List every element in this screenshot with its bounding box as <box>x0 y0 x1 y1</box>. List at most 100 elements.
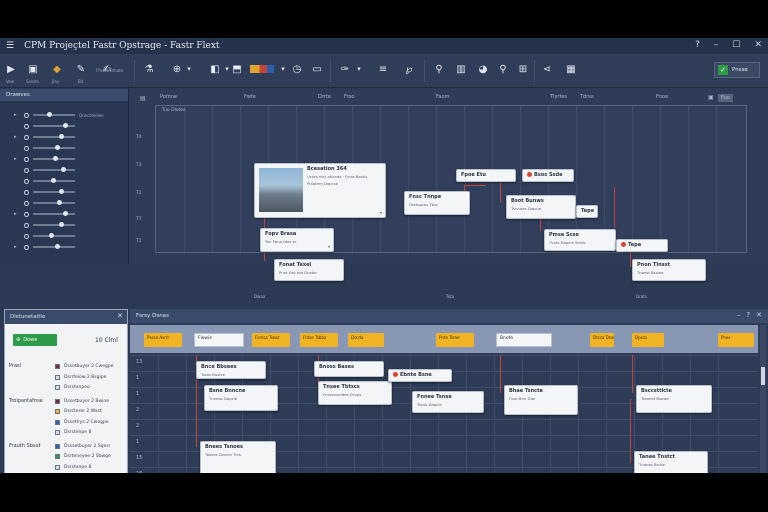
activity-card[interactable]: Fpoe Etu <box>456 169 516 182</box>
window-icon[interactable]: ▣ <box>26 62 40 76</box>
tree-item[interactable]: ▸ <box>14 243 79 251</box>
chevron-down-icon[interactable]: ▾ <box>182 62 196 76</box>
tree-item[interactable]: ▸ Qrwcsteilele <box>14 111 104 119</box>
weight-slider[interactable] <box>33 233 75 238</box>
phase-bar[interactable]: Fsmsa Tseat <box>252 333 290 347</box>
weight-slider[interactable] <box>33 145 75 150</box>
chevron-down-icon[interactable]: ▾ <box>380 210 382 215</box>
vertical-scrollbar[interactable] <box>760 325 766 473</box>
activity-card[interactable]: Tepa <box>616 239 668 252</box>
collapse-icon[interactable]: ▤ <box>140 95 146 102</box>
zoom-control[interactable]: Fuo <box>718 94 733 102</box>
weight-slider[interactable] <box>33 178 75 183</box>
weight-slider[interactable] <box>33 134 75 139</box>
legend-item[interactable]: Dsrteneyee 2 Sbwge <box>55 452 111 461</box>
phase-bar[interactable]: Dscda <box>348 333 384 347</box>
tree-item[interactable]: ▸ <box>14 133 79 141</box>
task-card[interactable]: Fnnee Tsnse Tsnos Dapcle <box>412 391 484 413</box>
grid-icon[interactable]: ▥ <box>454 62 468 76</box>
weight-slider[interactable] <box>33 189 75 194</box>
zoom-icon[interactable]: ⚲ <box>496 62 510 76</box>
expand-icon[interactable]: ▸ <box>14 244 20 250</box>
legend-item[interactable]: Dsrstenpe 8 <box>55 463 91 472</box>
activity-card[interactable]: Pmse Scse Tvnts Dapcle Smes <box>544 229 616 251</box>
weight-slider[interactable] <box>33 222 75 227</box>
phase-bar[interactable]: Fwwie <box>194 333 244 347</box>
task-card[interactable]: Ebnte Bsne <box>388 369 452 382</box>
task-card[interactable]: Tanee Tnstct Tnones Bsrbe <box>634 451 708 473</box>
slider-knob[interactable] <box>63 211 68 216</box>
activity-card[interactable]: Tepe <box>576 205 598 218</box>
close-icon[interactable]: ✕ <box>117 312 123 320</box>
play-icon[interactable]: ▶ <box>4 62 18 76</box>
brush-icon[interactable]: ✑ <box>338 62 352 76</box>
calendar-icon[interactable]: ▦ <box>564 62 578 76</box>
weight-slider[interactable] <box>33 244 75 249</box>
tree-item[interactable] <box>14 122 79 130</box>
slider-knob[interactable] <box>51 178 56 183</box>
phase-bar[interactable]: Pssse Asrrt <box>144 333 182 347</box>
chevron-down-icon[interactable]: ▾ <box>328 244 330 249</box>
legend-item[interactable]: Dsrcterer 2 Wast <box>55 407 102 416</box>
list-icon[interactable]: ≡ <box>376 62 390 76</box>
phase-bar[interactable]: Pntn Tsme <box>436 333 474 347</box>
weight-slider[interactable] <box>33 200 75 205</box>
expand-icon[interactable]: ▸ <box>14 112 20 118</box>
phase-bar[interactable]: Pnes <box>718 333 754 347</box>
legend-item[interactable]: Dsrstenpeo <box>55 383 90 392</box>
expand-icon[interactable]: ▸ <box>14 211 20 217</box>
weight-slider[interactable] <box>33 112 75 117</box>
slider-knob[interactable] <box>47 112 52 117</box>
maximize-icon[interactable]: ☐ <box>732 40 740 50</box>
weight-slider[interactable] <box>33 167 75 172</box>
task-card[interactable]: Bsccsttlcte Tsnoest Bsowe <box>636 385 712 413</box>
phase-bar[interactable]: Dpsra <box>632 333 664 347</box>
tag-icon[interactable]: ⬒ <box>230 62 244 76</box>
close-icon[interactable]: ✕ <box>754 40 762 50</box>
share-icon[interactable]: ⋖ <box>540 62 554 76</box>
weight-slider[interactable] <box>33 211 75 216</box>
slider-knob[interactable] <box>59 134 64 139</box>
tree-item[interactable]: ▸ <box>14 155 79 163</box>
tree-item[interactable] <box>14 232 79 240</box>
task-card[interactable]: Tnsee Tbtscs Fnssevsedtes Dcsps <box>318 381 392 405</box>
slider-knob[interactable] <box>55 145 60 150</box>
task-card[interactable]: Bnees Tsnoes Tsdves Dvsrce Tlns <box>200 441 276 473</box>
activity-card[interactable]: Fopv Brasa Ton Fbno tdes tn ▾ <box>260 228 334 252</box>
minimize-icon[interactable]: – <box>737 311 741 319</box>
activity-card[interactable]: Pnon Tlnsst Tnoest Bsowe <box>632 259 706 281</box>
color-icon[interactable]: ◆ <box>50 62 64 76</box>
phase-bar[interactable]: Dtsca Dsw <box>590 333 614 347</box>
chevron-down-icon[interactable]: ▾ <box>352 62 366 76</box>
search-icon[interactable]: ⚲ <box>432 62 446 76</box>
phase-bar[interactable]: Bnefe <box>496 333 552 347</box>
activity-card[interactable]: Bcesation 364 Uctes rtns atlonas · Fclas… <box>254 163 386 218</box>
slider-knob[interactable] <box>61 167 66 172</box>
flask-icon[interactable]: ⚗ <box>142 62 156 76</box>
task-card[interactable]: Bsne Bnncne Tnneos Dapcle <box>204 385 278 411</box>
fit-icon[interactable]: ▣ <box>708 94 714 101</box>
scrollbar-thumb[interactable] <box>761 367 765 385</box>
expand-icon[interactable]: ▸ <box>14 156 20 162</box>
weight-slider[interactable] <box>33 156 75 161</box>
tree-item[interactable] <box>14 166 79 174</box>
menu-icon[interactable]: ☰ <box>6 41 14 51</box>
slider-knob[interactable] <box>55 244 60 249</box>
color-bar-icon[interactable] <box>250 65 274 73</box>
legend-item[interactable]: Dssetbuyer 2 Bwine <box>55 397 109 406</box>
help-icon[interactable]: ? <box>695 40 700 50</box>
task-card[interactable]: Bhae Tsncte Fuse Bnn Dae <box>504 385 578 415</box>
legend-item[interactable]: Dssetbuyer 2 Cwegpe <box>55 362 113 371</box>
weight-slider[interactable] <box>33 123 75 128</box>
clock-icon[interactable]: ◷ <box>290 62 304 76</box>
slider-knob[interactable] <box>49 233 54 238</box>
chevron-down-icon[interactable]: ▾ <box>276 62 290 76</box>
task-card[interactable]: Bnoss Bases <box>314 361 384 377</box>
create-button[interactable]: ⊕ Dowe <box>13 334 57 346</box>
legend-item[interactable]: Dsrrfelow 2 Bsgipe <box>55 373 106 382</box>
slider-knob[interactable] <box>57 200 62 205</box>
tree-item[interactable] <box>14 144 79 152</box>
slider-knob[interactable] <box>53 156 58 161</box>
run-button[interactable]: ✓ Pnsse <box>714 62 760 78</box>
slider-knob[interactable] <box>63 123 68 128</box>
